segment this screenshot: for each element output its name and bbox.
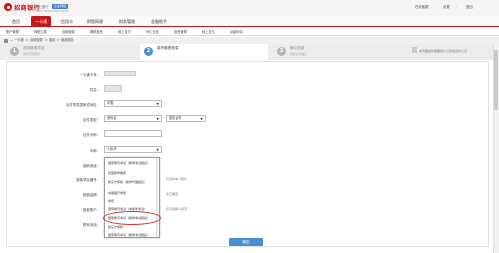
breadcrumb-item[interactable]: 自助缴费 (30, 37, 43, 44)
nav-finance-assistant[interactable]: 金融助手 (146, 16, 172, 27)
product-badge: 企业网银 (52, 3, 69, 9)
subnav-invest-manage[interactable]: 投资管理 (174, 28, 187, 36)
id-subtype-select[interactable]: 居民证件 ▼ (166, 115, 206, 122)
sub-nav: 账户管理 转账汇款 自助缴费 理财投资 网上支付 外汇业务 投资管理 网上支付 … (0, 28, 499, 36)
page-scrollbar-thumb[interactable] (494, 50, 498, 110)
breadcrumb-item[interactable]: 缴费 (49, 37, 55, 44)
id-number-label: 证件号码： (83, 133, 100, 137)
name-label: 姓名： (89, 88, 100, 92)
breadcrumb-item[interactable]: 一卡通 (14, 37, 24, 44)
id-type-label: 证件类型： (83, 118, 100, 122)
side-note-2: 外汇额度 (166, 192, 179, 196)
phone-label: 联系电话： (83, 223, 100, 227)
product-name: 网上银行 (35, 5, 49, 9)
step-3-number: 3 (277, 47, 286, 56)
subnav-online-pay[interactable]: 网上支付 (118, 28, 131, 36)
logout-link[interactable]: 退出 (466, 4, 473, 9)
nav-debit-card[interactable]: 一卡通 (31, 16, 51, 27)
bank-subtitle: CHINA MERCHANTS BANK (35, 9, 69, 13)
nav-home[interactable]: 首页 (6, 16, 26, 27)
item-number-label: 缴费项目编号： (76, 178, 100, 182)
step-1-desc: 选择项目缴费 (23, 52, 40, 56)
bank-logo-icon (4, 3, 12, 11)
breadcrumb-item: 缴费服务 (61, 38, 74, 42)
nav-credit-card[interactable]: 信用卡 (57, 16, 77, 27)
dropdown-option[interactable]: 新东方学校（留学代理报名） (108, 180, 156, 184)
header-separator: | (437, 4, 439, 8)
dropdown-option[interactable]: 国家教育考试（留学考试报名） (108, 161, 156, 165)
purpose-dropdown-list[interactable]: 国家教育考试（留学考试报名） 出国留学缴费 新东方学校（留学代理报名） 中国银行… (104, 157, 160, 238)
breadcrumb: — 一卡通 > 自助缴费 > 缴费 > 缴费服务 (0, 37, 499, 44)
settings-link[interactable]: 设置 (443, 4, 450, 9)
dropdown-option[interactable]: 学费 (108, 199, 156, 203)
currency-select[interactable]: 人民币 ▼ (104, 146, 162, 153)
country-label: 证件签发国家或地区： (66, 103, 100, 107)
subnav-account[interactable]: 账户管理 (6, 28, 19, 36)
card-number-value (104, 71, 136, 76)
subnav-online-pay-2[interactable]: 网上支付 (202, 28, 215, 36)
step-1-number: 1 (10, 47, 19, 56)
purpose-label: 缴款用途： (83, 164, 100, 168)
right-hint: 本页面操作需要用户已完成身份认证 (419, 49, 468, 53)
name-value (104, 85, 122, 92)
chevron-down-icon: ▼ (156, 102, 159, 106)
account-label: 缴费账户： (83, 208, 100, 212)
nav-wealth-banking[interactable]: 财智网银 (82, 16, 108, 27)
subnav-forex[interactable]: 外汇业务 (146, 28, 159, 36)
dropdown-option[interactable]: 中国银行学费 (108, 191, 156, 195)
home-icon[interactable] (4, 38, 8, 43)
dropdown-option[interactable]: 新东方学校 (108, 225, 156, 229)
chevron-down-icon: ▼ (156, 148, 159, 152)
main-nav: 首页 一卡通 信用卡 财智网银 财务管理 金融助手 (0, 16, 499, 27)
document-icon (412, 47, 417, 53)
currency-label: 币种： (89, 149, 100, 153)
header-separator: | (456, 4, 458, 8)
highlight-circle (103, 211, 161, 225)
side-note-1: 仅支持本人账户 (166, 177, 188, 181)
step-3-title: 确认信息 (290, 46, 305, 50)
subnav-transfer[interactable]: 转账汇款 (34, 28, 47, 36)
chevron-down-icon: ▼ (200, 117, 203, 121)
dropdown-option[interactable]: 国家教育考试（留学考试报名） (108, 233, 156, 237)
nav-finance-management[interactable]: 财务管理 (114, 16, 140, 27)
amount-label: 缴费金额： (83, 193, 100, 197)
subnav-payment[interactable]: 自助缴费 (62, 28, 75, 36)
online-service-link[interactable]: 在线客服 (415, 4, 429, 9)
submit-button[interactable]: 确定 (229, 238, 263, 246)
step-2-title: 填写缴费信息 (157, 46, 179, 50)
step-3-desc: 缴费信息确认 (290, 52, 307, 56)
chevron-down-icon: ▼ (156, 117, 159, 121)
dropdown-option[interactable]: 出国留学缴费 (108, 171, 156, 175)
id-type-select[interactable]: 身份证 ▼ (104, 115, 162, 122)
id-number-input[interactable] (104, 130, 162, 137)
dropdown-scrollbar[interactable] (156, 158, 159, 237)
side-note-3: 仅可选择人民币 (166, 207, 188, 211)
step-1-title: 选择缴费项目 (23, 46, 45, 50)
country-select[interactable]: 中国 ▼ (104, 100, 162, 107)
subnav-apply[interactable]: 功能申请 (230, 28, 243, 36)
step-2-number: 2 (144, 47, 153, 56)
card-number-label: 一卡通卡号： (79, 73, 100, 77)
subnav-investment[interactable]: 理财投资 (90, 28, 103, 36)
